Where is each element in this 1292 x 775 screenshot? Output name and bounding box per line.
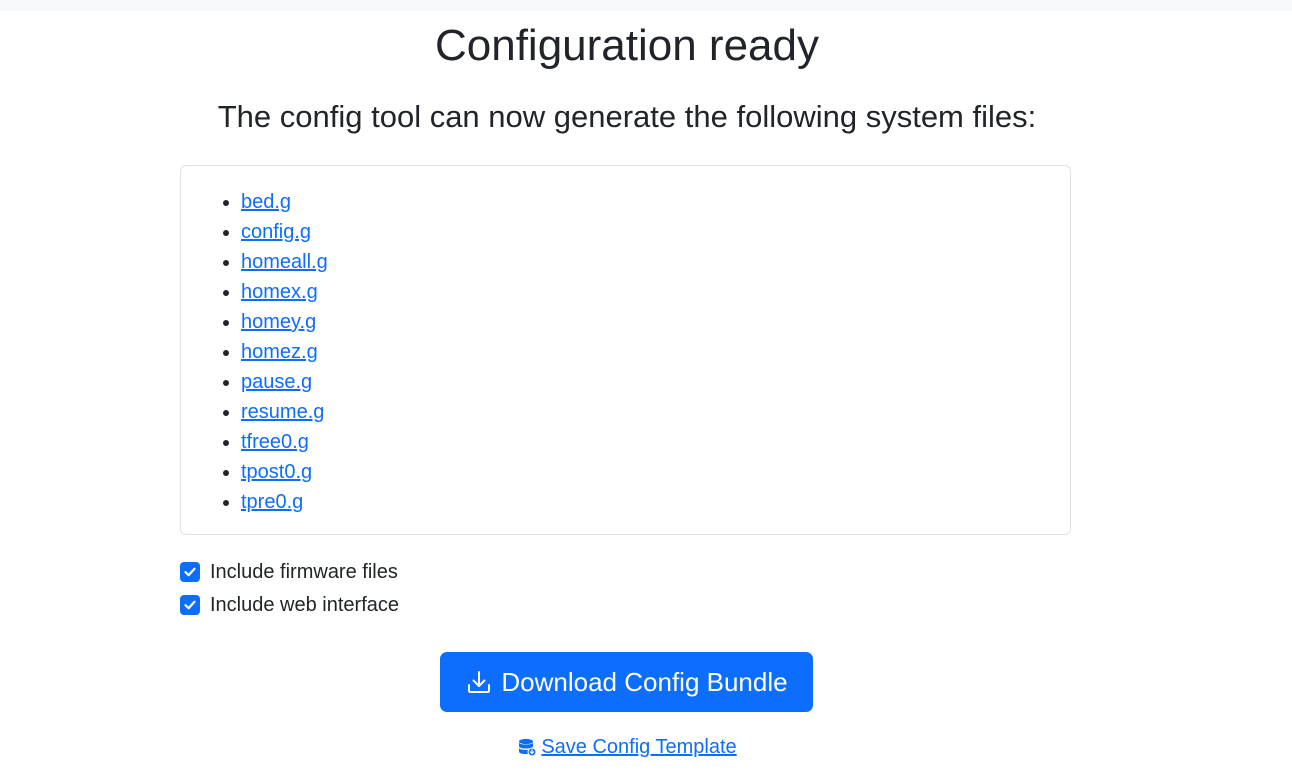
list-item: homey.g: [241, 307, 1070, 337]
list-item: bed.g: [241, 187, 1070, 217]
include-firmware-label[interactable]: Include firmware files: [210, 561, 398, 584]
file-link-homey-g[interactable]: homey.g: [241, 311, 316, 333]
list-item: config.g: [241, 217, 1070, 247]
list-item: tpost0.g: [241, 457, 1070, 487]
list-item: homex.g: [241, 277, 1070, 307]
download-icon: [465, 668, 493, 696]
download-config-bundle-button[interactable]: Download Config Bundle: [440, 652, 813, 712]
file-link-tpost0-g[interactable]: tpost0.g: [241, 461, 312, 483]
download-button-label: Download Config Bundle: [501, 666, 788, 697]
file-link-tpre0-g[interactable]: tpre0.g: [241, 491, 303, 513]
file-link-homez-g[interactable]: homez.g: [241, 341, 318, 363]
file-link-bed-g[interactable]: bed.g: [241, 191, 291, 213]
save-template-label: Save Config Template: [541, 736, 737, 758]
list-item: tpre0.g: [241, 487, 1070, 517]
include-firmware-option: Include firmware files: [180, 560, 398, 584]
include-firmware-checkbox[interactable]: [180, 562, 200, 582]
checkmark-icon: [184, 600, 196, 610]
file-link-tfree0-g[interactable]: tfree0.g: [241, 431, 309, 453]
file-link-config-g[interactable]: config.g: [241, 221, 311, 243]
database-icon: [517, 737, 537, 757]
list-item: pause.g: [241, 367, 1070, 397]
page-subtitle: The config tool can now generate the fol…: [217, 99, 1037, 134]
file-list: bed.g config.g homeall.g homex.g homey.g…: [181, 166, 1070, 517]
file-link-pause-g[interactable]: pause.g: [241, 371, 312, 393]
top-strip: [0, 0, 1292, 11]
include-web-interface-label[interactable]: Include web interface: [210, 594, 399, 617]
file-link-homeall-g[interactable]: homeall.g: [241, 251, 328, 273]
list-item: resume.g: [241, 397, 1070, 427]
file-link-homex-g[interactable]: homex.g: [241, 281, 318, 303]
save-template-row: Save Config Template: [0, 734, 1254, 764]
file-list-card: bed.g config.g homeall.g homex.g homey.g…: [180, 165, 1071, 535]
list-item: homez.g: [241, 337, 1070, 367]
save-config-template-link[interactable]: Save Config Template: [517, 734, 737, 760]
include-web-interface-checkbox[interactable]: [180, 595, 200, 615]
file-link-resume-g[interactable]: resume.g: [241, 401, 324, 423]
list-item: homeall.g: [241, 247, 1070, 277]
include-web-interface-option: Include web interface: [180, 593, 399, 617]
list-item: tfree0.g: [241, 427, 1070, 457]
page-title: Configuration ready: [434, 21, 819, 70]
checkmark-icon: [184, 567, 196, 577]
